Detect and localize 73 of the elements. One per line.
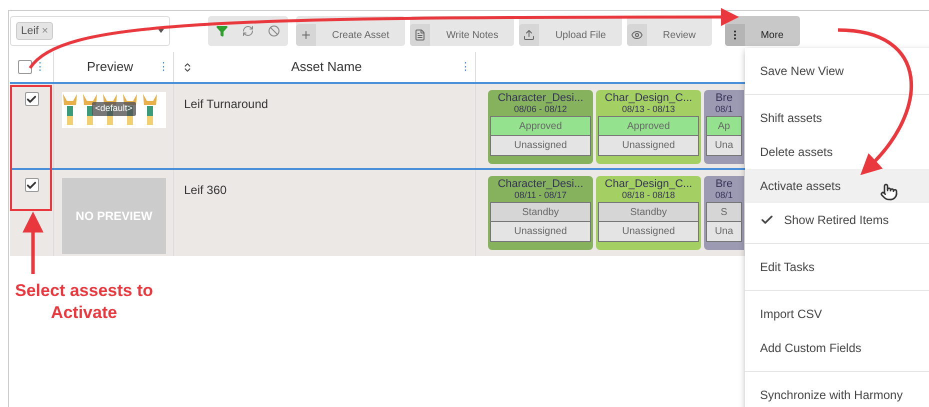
task-card[interactable]: Char_Design_C... 08/18 - 08/18 Standby Unassigned [596,176,701,250]
column-menu-icon[interactable]: ⋮ [460,58,471,76]
assignee-dropdown[interactable]: Una [706,222,742,242]
task-dates: 08/1 [714,190,734,201]
menu-item[interactable]: Import CSV [745,297,929,331]
task-dates: 08/06 - 08/12 [512,104,568,115]
toolbar-button[interactable]: Create Asset [296,16,406,46]
task-dates: 08/1 [714,104,734,115]
menu-item[interactable]: Edit Tasks [745,250,929,284]
menu-item[interactable]: Add Custom Fields [745,331,929,365]
filter-tag: Leif × [16,22,54,40]
checkbox[interactable] [24,178,38,192]
check-icon [26,94,37,104]
task-title: Character_Desi... [496,92,584,104]
remove-tag-icon[interactable]: × [42,22,48,40]
menu-item[interactable]: Delete assets [745,135,929,169]
task-title: Bre [714,178,734,190]
toolbar-button[interactable]: Review [626,16,712,46]
task-title: Character_Desi... [496,178,584,190]
column-menu-icon[interactable]: ⋮ [158,58,169,76]
check-icon [760,213,774,227]
asset-name: Leif 360 [184,183,227,197]
asset-name: Leif Turnaround [184,97,268,111]
assignee-dropdown[interactable]: Unassigned [490,136,591,156]
upload-icon [523,29,536,41]
preview-label: <default> [92,102,136,116]
clear-icon[interactable] [268,25,280,37]
assignee-dropdown[interactable]: Unassigned [598,222,699,242]
task-title: Char_Design_C... [604,92,694,104]
checkbox[interactable] [24,92,38,106]
eye-icon [630,29,643,41]
toolbar-button[interactable]: Upload File [519,16,622,46]
status-dropdown[interactable]: Approved [598,116,699,136]
filter-icon[interactable] [216,25,228,37]
assignee-dropdown[interactable]: Una [706,136,742,156]
task-title: Char_Design_C... [604,178,694,190]
assignee-dropdown[interactable]: Unassigned [598,136,699,156]
status-dropdown[interactable]: Standby [490,202,591,222]
status-dropdown[interactable]: Standby [598,202,699,222]
sort-icon[interactable] [182,62,193,72]
toolbar-button[interactable]: Write Notes [410,16,514,46]
task-card[interactable]: Char_Design_C... 08/13 - 08/13 Approved Unassigned [596,90,701,164]
menu-item[interactable]: Shift assets [745,101,929,135]
status-dropdown[interactable]: S [706,202,742,222]
check-icon [26,180,37,190]
annotation-arrow [22,212,44,274]
task-title: Bre [714,92,734,104]
toolbar-button[interactable]: More [724,16,800,46]
plus-icon [300,29,312,41]
menu-item[interactable]: Show Retired Items [745,203,929,237]
filter-combobox[interactable]: Leif × [10,16,170,46]
menu-item[interactable]: Synchronize with Harmony [745,378,929,407]
checkbox[interactable] [18,60,32,74]
note-icon [414,29,426,41]
refresh-icon[interactable] [242,25,254,37]
annotation-text: Select assests to Activate [14,280,154,324]
status-dropdown[interactable]: Ap [706,116,742,136]
hand-cursor-icon [880,183,898,201]
caret-icon [158,29,164,33]
task-dates: 08/18 - 08/18 [620,190,676,201]
menu-item[interactable]: Save New View [745,54,929,88]
column-header: Preview [86,58,134,76]
task-dates: 08/11 - 08/17 [513,190,568,201]
column-header: Asset Name [290,58,363,76]
status-dropdown[interactable]: Approved [490,116,591,136]
task-card[interactable]: Character_Desi... 08/11 - 08/17 Standby Unassigned [488,176,593,250]
task-card[interactable]: Character_Desi... 08/06 - 08/12 Approved Unassigned [488,90,593,164]
task-card[interactable]: Bre 08/1 Ap Una [704,90,744,164]
column-menu-icon[interactable]: ⋮ [34,58,46,76]
task-dates: 08/13 - 08/13 [620,104,676,115]
task-card[interactable]: Bre 08/1 S Una [704,176,744,250]
menu-item[interactable]: Activate assets [745,169,929,203]
assignee-dropdown[interactable]: Unassigned [490,222,591,242]
